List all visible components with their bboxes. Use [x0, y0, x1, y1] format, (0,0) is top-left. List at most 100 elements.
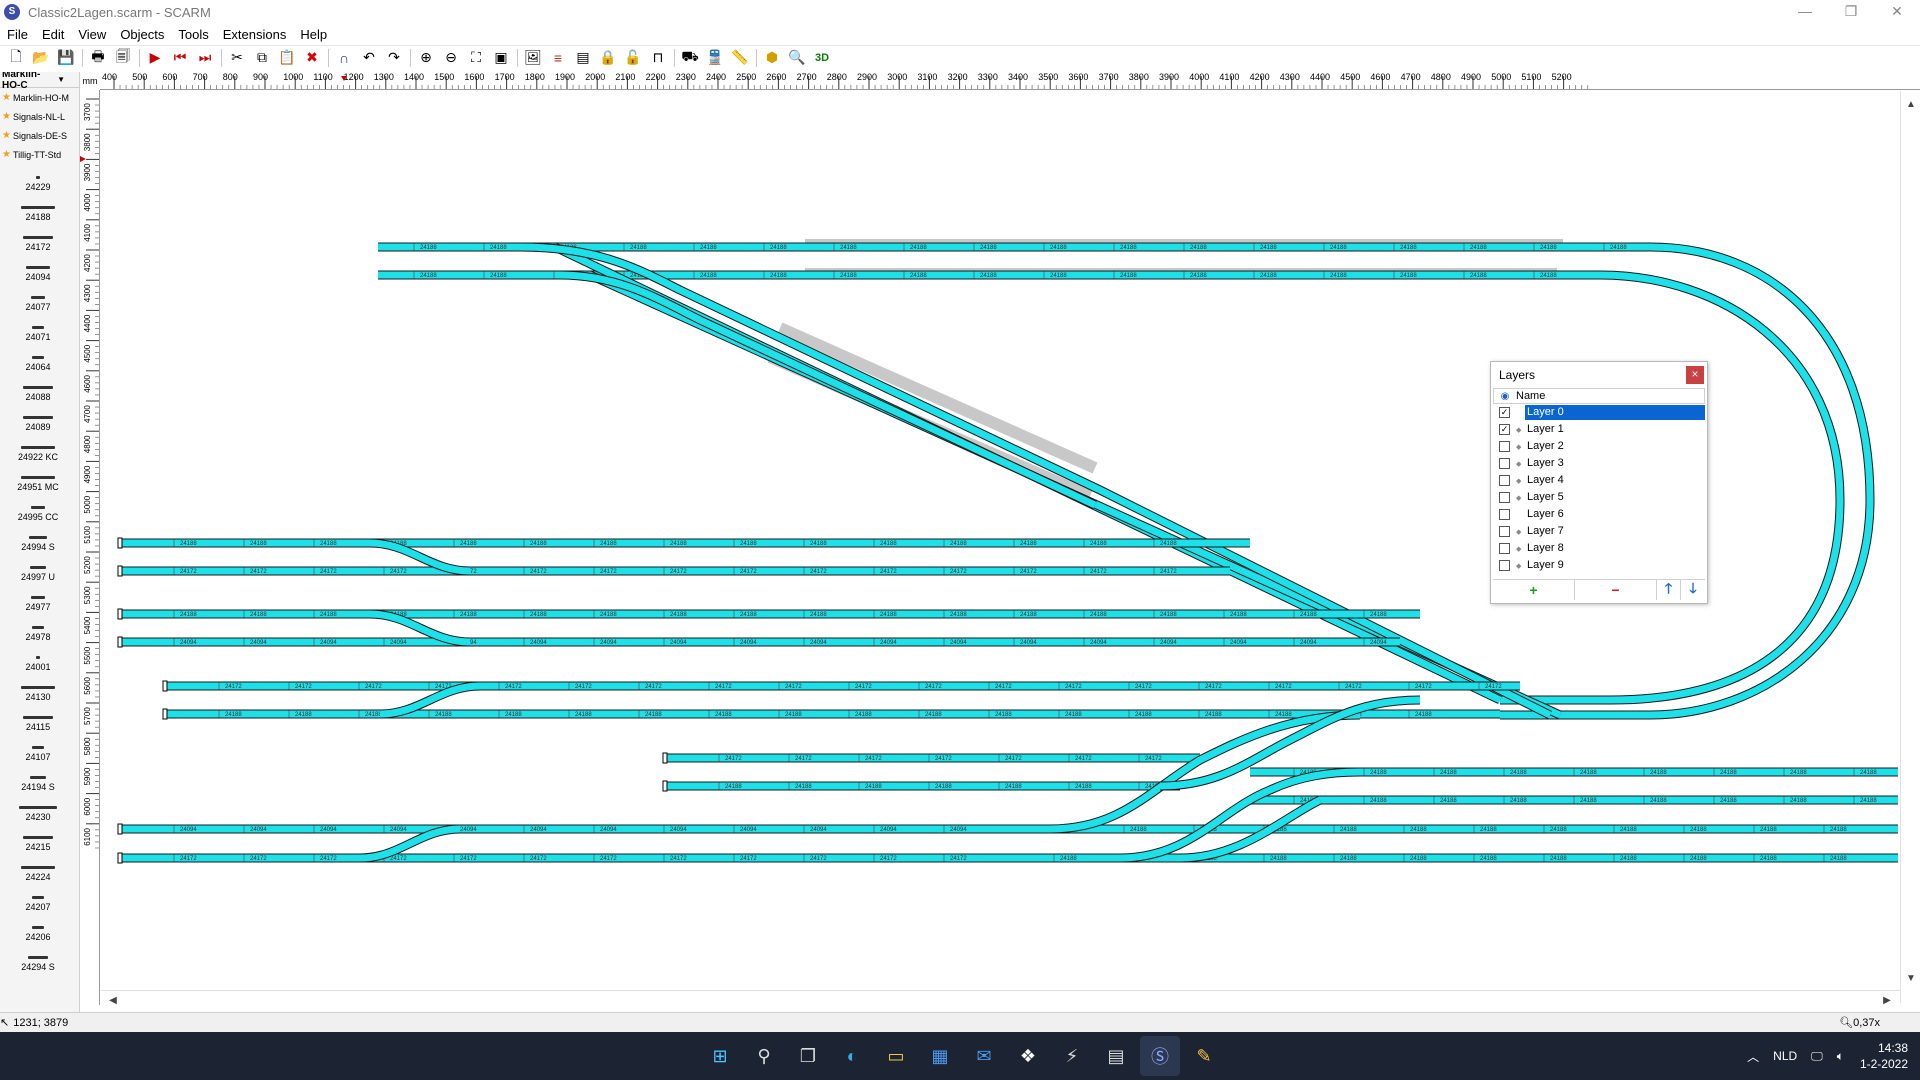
minimize-button[interactable]: — [1782, 0, 1828, 24]
layer-row[interactable]: ◆ Layer 3 [1493, 455, 1705, 472]
store-icon[interactable]: ▦ [920, 1036, 960, 1076]
windows-start-icon[interactable]: ⊞ [700, 1036, 740, 1076]
part-item[interactable]: 24001 [0, 642, 76, 672]
part-item[interactable]: 24922 KC [0, 432, 76, 462]
part-item[interactable]: 24071 [0, 312, 76, 342]
menu-edit[interactable]: Edit [35, 27, 71, 42]
part-item[interactable]: 24224 [0, 852, 76, 882]
scroll-up-icon[interactable]: ▲ [1903, 97, 1919, 113]
part-item[interactable]: 24172 [0, 222, 76, 252]
train-icon[interactable]: 🚆 [703, 47, 727, 69]
part-item[interactable]: 24088 [0, 372, 76, 402]
layer-visibility-checkbox[interactable] [1499, 509, 1510, 520]
scroll-down-icon[interactable]: ▼ [1903, 971, 1919, 987]
search-icon[interactable]: ⚲ [744, 1036, 784, 1076]
scroll-right-icon[interactable]: ▶ [1879, 993, 1895, 1009]
mail-icon[interactable]: ✉ [964, 1036, 1004, 1076]
layer-visibility-checkbox[interactable] [1499, 526, 1510, 537]
move-layer-down-button[interactable]: 🡓 [1681, 580, 1705, 600]
part-item[interactable]: 24997 U [0, 552, 76, 582]
undo-icon[interactable]: ↶ [357, 47, 381, 69]
layer-row[interactable]: ◆ Layer 5 [1493, 489, 1705, 506]
part-item[interactable]: 24077 [0, 282, 76, 312]
part-item[interactable]: 24194 S [0, 762, 76, 792]
new-file-icon[interactable]: 🗋 [4, 47, 28, 69]
menu-help[interactable]: Help [293, 27, 334, 42]
part-item[interactable]: 24977 [0, 582, 76, 612]
scarm-icon[interactable]: Ⓢ [1140, 1036, 1180, 1076]
task-view-icon[interactable]: ❐ [788, 1036, 828, 1076]
play-icon[interactable]: ▶ [143, 47, 167, 69]
open-folder-icon[interactable]: 📂 [29, 47, 53, 69]
part-item[interactable]: 24207 [0, 882, 76, 912]
part-item[interactable]: 24978 [0, 612, 76, 642]
layer-visibility-checkbox[interactable] [1499, 475, 1510, 486]
menu-file[interactable]: File [0, 27, 35, 42]
paste-icon[interactable]: 📋 [275, 47, 299, 69]
ruler-icon[interactable]: 📏 [728, 47, 752, 69]
dropbox-icon[interactable]: ❖ [1008, 1036, 1048, 1076]
part-item[interactable]: 24115 [0, 702, 76, 732]
layer-visibility-checkbox[interactable] [1499, 441, 1510, 452]
layer-visibility-checkbox[interactable] [1499, 543, 1510, 554]
layer-visibility-checkbox[interactable]: ✓ [1499, 424, 1510, 435]
layer-row[interactable]: ◆ Layer 9 [1493, 557, 1705, 574]
zoom-in-icon[interactable]: ⊕ [414, 47, 438, 69]
print-preview-icon[interactable]: 🗐 [111, 47, 135, 69]
part-item[interactable]: 24229 [0, 162, 76, 192]
restore-button[interactable]: ❐ [1828, 0, 1874, 24]
close-button[interactable]: ✕ [1874, 0, 1920, 24]
cut-icon[interactable]: ✂ [225, 47, 249, 69]
background-image-icon[interactable]: 🖼 [521, 47, 545, 69]
3d-view-icon[interactable]: 3D [810, 47, 834, 69]
language-indicator[interactable]: NLD [1773, 1049, 1797, 1063]
next-icon[interactable]: ⏭ [193, 47, 217, 69]
clock[interactable]: 14:38 1-2-2022 [1860, 1040, 1908, 1072]
layers-icon[interactable]: ≡ [546, 47, 570, 69]
layer-visibility-checkbox[interactable] [1499, 492, 1510, 503]
zoom-fit-icon[interactable]: ⛶ [464, 47, 488, 69]
layer-visibility-checkbox[interactable] [1499, 458, 1510, 469]
layer-visibility-checkbox[interactable] [1499, 560, 1510, 571]
part-item[interactable]: 24294 S [0, 942, 76, 972]
part-item[interactable]: 24230 [0, 792, 76, 822]
lock-icon[interactable]: 🔒 [596, 47, 620, 69]
move-layer-up-button[interactable]: 🡑 [1657, 580, 1681, 600]
menu-view[interactable]: View [71, 27, 113, 42]
flex-track-icon[interactable]: ⊓ [646, 47, 670, 69]
layer-row[interactable]: Layer 6 [1493, 506, 1705, 523]
library-selector[interactable]: Marklin-HO-C ▼ [0, 72, 79, 91]
part-item[interactable]: 24215 [0, 822, 76, 852]
part-item[interactable]: 24064 [0, 342, 76, 372]
layer-row[interactable]: ◆ Layer 7 [1493, 523, 1705, 540]
library-favorite[interactable]: ★ Signals-NL-L [0, 107, 79, 126]
chevron-up-icon[interactable]: ︿ [1747, 1048, 1759, 1065]
wdp-icon[interactable]: ▤ [1096, 1036, 1136, 1076]
menu-objects[interactable]: Objects [113, 27, 171, 42]
part-item[interactable]: 24130 [0, 672, 76, 702]
print-icon[interactable]: 🖶 [86, 47, 110, 69]
zoom-window-icon[interactable]: ▣ [489, 47, 513, 69]
power-automate-icon[interactable]: ⚡ [1052, 1036, 1092, 1076]
redo-icon[interactable]: ↷ [382, 47, 406, 69]
part-item[interactable]: 24994 S [0, 522, 76, 552]
copy-icon[interactable]: ⧉ [250, 47, 274, 69]
horizontal-scrollbar[interactable]: ◀ ▶ [101, 990, 1900, 1010]
track[interactable] [559, 271, 1097, 509]
library-favorite[interactable]: ★ Marklin-HO-M [0, 88, 79, 107]
part-item[interactable]: 24206 [0, 912, 76, 942]
remove-layer-button[interactable]: − [1575, 580, 1657, 600]
library-favorite[interactable]: ★ Signals-DE-S [0, 126, 79, 145]
save-icon[interactable]: 💾 [54, 47, 78, 69]
layer-row[interactable]: ✓ Layer 0 [1493, 404, 1705, 421]
search-part-icon[interactable]: 🔍 [785, 47, 809, 69]
network-icon[interactable]: 🖵 [1811, 1049, 1823, 1064]
close-icon[interactable]: × [1686, 366, 1704, 384]
delete-icon[interactable]: ✖ [300, 47, 324, 69]
part-item[interactable]: 24089 [0, 402, 76, 432]
layer-row[interactable]: ◆ Layer 4 [1493, 472, 1705, 489]
layer-row[interactable]: ◆ Layer 8 [1493, 540, 1705, 557]
volume-icon[interactable]: 🔈︎ [1837, 1049, 1844, 1064]
add-layer-button[interactable]: + [1493, 580, 1575, 600]
3d-box-icon[interactable]: ⬢ [760, 47, 784, 69]
